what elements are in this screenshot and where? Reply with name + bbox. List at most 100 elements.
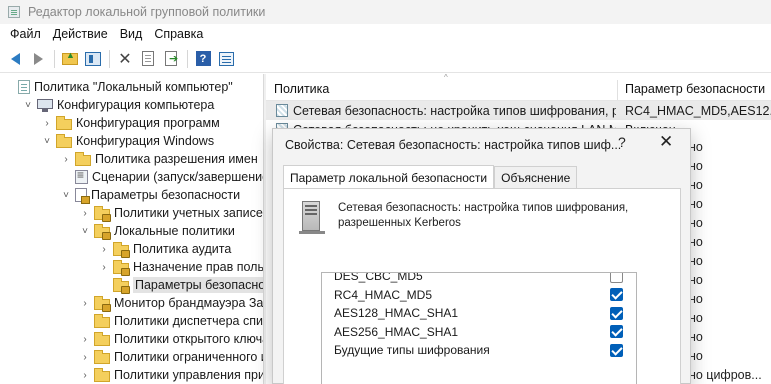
tree-item[interactable]: › Политика разрешения имен bbox=[61, 150, 258, 168]
toolbar: ✕ ? bbox=[0, 45, 771, 73]
back-icon bbox=[10, 52, 20, 65]
properties-button[interactable] bbox=[137, 48, 159, 70]
chevron-right-icon[interactable]: › bbox=[80, 352, 90, 363]
encryption-option[interactable]: AES256_HMAC_SHA1 bbox=[322, 323, 623, 341]
forward-icon bbox=[33, 52, 43, 65]
chevron-right-icon[interactable]: › bbox=[80, 298, 90, 309]
tree-item[interactable]: › Политики ограниченного ис bbox=[80, 348, 263, 366]
menu-action[interactable]: Действие bbox=[47, 27, 114, 41]
properties-icon bbox=[142, 51, 154, 66]
option-checkbox[interactable] bbox=[610, 288, 623, 301]
up-level-button[interactable] bbox=[59, 48, 81, 70]
tree-item[interactable]: › Назначение прав пользов bbox=[99, 258, 263, 276]
menu-bar: Файл Действие Вид Справка bbox=[0, 24, 771, 44]
folder-icon bbox=[94, 367, 110, 382]
folder-icon bbox=[56, 133, 72, 148]
chevron-down-icon[interactable]: ˅ bbox=[23, 100, 33, 111]
navigation-tree: Политика "Локальный компьютер" ˅ Конфигура… bbox=[0, 74, 263, 384]
column-header-policy[interactable]: Политика ^ bbox=[266, 74, 616, 101]
tree-item[interactable]: ˅ Параметры безопасности bbox=[61, 186, 240, 204]
tree-item-label: Конфигурация компьютера bbox=[57, 98, 215, 112]
folder-icon bbox=[94, 349, 110, 364]
title-bar: Редактор локальной групповой политики bbox=[0, 0, 771, 24]
chevron-down-icon[interactable]: ˅ bbox=[42, 136, 52, 147]
lockfolder-icon bbox=[113, 259, 130, 276]
secdoc-icon bbox=[75, 188, 90, 204]
table-row[interactable]: Сетевая безопасность: настройка типов ши… bbox=[266, 101, 771, 120]
extended-view-icon bbox=[218, 51, 234, 66]
tree-item[interactable]: Политика "Локальный компьютер" bbox=[4, 78, 233, 96]
tree-item-label: Монитор брандмауэра Защи bbox=[114, 296, 263, 310]
tree-item-label: Политика "Локальный компьютер" bbox=[34, 80, 233, 94]
chevron-down-icon[interactable]: ˅ bbox=[80, 226, 90, 237]
back-button[interactable] bbox=[4, 48, 26, 70]
show-hide-tree-button[interactable] bbox=[82, 48, 104, 70]
tree-item[interactable]: Сценарии (запуск/завершение) bbox=[61, 168, 263, 186]
dialog-close-button[interactable]: ✕ bbox=[659, 132, 673, 152]
option-checkbox[interactable] bbox=[610, 343, 623, 357]
chevron-right-icon[interactable]: › bbox=[61, 154, 71, 165]
lockfolder-icon bbox=[113, 277, 130, 294]
tree-item[interactable]: › Политики управления прило bbox=[80, 366, 263, 384]
extended-view-button[interactable] bbox=[215, 48, 237, 70]
policy-description: Сетевая безопасность: настройка типов ши… bbox=[338, 202, 629, 229]
script-icon bbox=[75, 168, 88, 184]
encryption-option[interactable]: RC4_HMAC_MD5 bbox=[322, 286, 623, 304]
chevron-right-icon[interactable]: › bbox=[80, 370, 90, 381]
tree-item[interactable]: Политики диспетчера списка bbox=[80, 312, 263, 330]
doc-icon bbox=[18, 80, 30, 94]
computer-icon bbox=[37, 99, 53, 112]
tree-item[interactable]: › Политики учетных записей bbox=[80, 204, 263, 222]
chevron-right-icon[interactable]: › bbox=[99, 262, 109, 273]
menu-view[interactable]: Вид bbox=[114, 27, 149, 41]
tree-item-label: Политики открытого ключа bbox=[114, 332, 263, 346]
toolbar-separator bbox=[54, 49, 55, 68]
encryption-option-label: DES_CBC_MD5 bbox=[334, 272, 423, 283]
show-hide-tree-icon bbox=[85, 51, 101, 66]
forward-button[interactable] bbox=[27, 48, 49, 70]
chevron-down-icon[interactable]: ˅ bbox=[61, 190, 71, 201]
chevron-right-icon[interactable]: › bbox=[80, 334, 90, 345]
tree-item[interactable]: Параметры безопасности bbox=[99, 276, 263, 294]
encryption-option[interactable]: DES_CBC_MD5 bbox=[322, 272, 623, 285]
help-button[interactable]: ? bbox=[192, 48, 214, 70]
tree-item[interactable]: › Политики открытого ключа bbox=[80, 330, 263, 348]
chevron-right-icon[interactable]: › bbox=[99, 244, 109, 255]
tree-item[interactable]: › Монитор брандмауэра Защи bbox=[80, 294, 263, 312]
lockfolder-icon bbox=[94, 295, 111, 312]
tree-item[interactable]: ˅ Конфигурация компьютера bbox=[23, 96, 214, 114]
export-list-icon bbox=[165, 51, 178, 66]
policy-name: Сетевая безопасность: настройка типов ши… bbox=[293, 103, 616, 118]
tree-item[interactable]: › Политика аудита bbox=[99, 240, 231, 258]
export-list-button[interactable] bbox=[160, 48, 182, 70]
menu-file[interactable]: Файл bbox=[4, 27, 47, 41]
chevron-right-icon[interactable]: › bbox=[42, 118, 52, 129]
policy-icon bbox=[276, 104, 288, 117]
option-checkbox[interactable] bbox=[610, 325, 623, 338]
encryption-types-list[interactable]: DES_CBC_MD5 RC4_HMAC_MD5 AES128_HMAC_SHA1 A… bbox=[321, 272, 637, 384]
encryption-option-label: AES128_HMAC_SHA1 bbox=[334, 306, 459, 320]
menu-help[interactable]: Справка bbox=[148, 27, 209, 41]
option-checkbox[interactable] bbox=[610, 306, 623, 320]
column-header-policy-label: Политика bbox=[274, 82, 330, 96]
encryption-option[interactable]: AES128_HMAC_SHA1 bbox=[322, 304, 623, 322]
delete-button[interactable]: ✕ bbox=[114, 48, 136, 70]
help-icon: ? bbox=[195, 51, 211, 66]
delete-icon: ✕ bbox=[118, 50, 132, 68]
tree-item-label: Конфигурация программ bbox=[76, 116, 220, 130]
chevron-right-icon[interactable]: › bbox=[80, 208, 90, 219]
encryption-option[interactable]: Будущие типы шифрования bbox=[322, 341, 623, 359]
tab-local-security-setting[interactable]: Параметр локальной безопасности bbox=[283, 165, 495, 189]
column-header-value[interactable]: Параметр безопасности bbox=[617, 77, 771, 101]
tab-explain[interactable]: Объяснение bbox=[494, 166, 578, 189]
tree-item[interactable]: ˅ Конфигурация Windows bbox=[42, 132, 214, 150]
tree-item-label: Конфигурация Windows bbox=[76, 134, 215, 148]
tree-item[interactable]: › Конфигурация программ bbox=[42, 114, 220, 132]
option-checkbox[interactable] bbox=[610, 273, 623, 283]
dialog-title: Свойства: Сетевая безопасность: настройк… bbox=[285, 138, 622, 152]
tree-item[interactable]: ˅ Локальные политики bbox=[80, 222, 235, 240]
tree-item-label: Политика аудита bbox=[133, 242, 232, 256]
properties-dialog: Свойства: Сетевая безопасность: настройк… bbox=[272, 128, 691, 384]
dialog-help-button[interactable]: ? bbox=[618, 134, 626, 150]
tree-item-label: Параметры безопасности bbox=[133, 277, 263, 293]
